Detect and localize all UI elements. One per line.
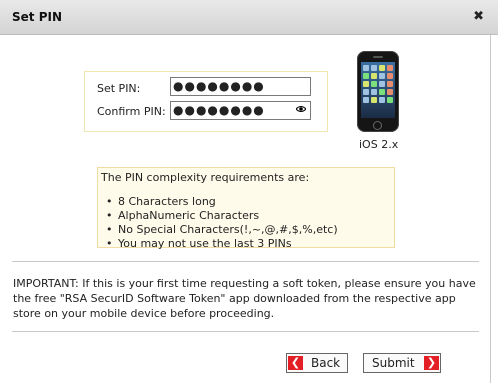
important-notice: IMPORTANT: If this is your first time re… xyxy=(13,277,476,320)
pin-requirements-box: The PIN complexity requirements are: 8 C… xyxy=(97,167,395,251)
submit-button-label: Submit xyxy=(372,356,415,370)
device-type-label: iOS 2.x xyxy=(359,138,399,151)
close-icon[interactable]: ✖ xyxy=(473,9,484,24)
dialog-title: Set PIN xyxy=(12,10,62,24)
requirement-item: You may not use the last 3 PINs xyxy=(101,237,338,251)
set-pin-dialog: Set PIN ✖ Set PIN: ●●●●●●●● Confirm PIN:… xyxy=(0,0,498,383)
set-pin-input[interactable]: ●●●●●●●● xyxy=(170,77,311,96)
submit-arrow-icon: ❯ xyxy=(424,356,439,370)
show-password-icon[interactable] xyxy=(295,103,307,120)
back-arrow-icon: ❮ xyxy=(288,356,303,370)
confirm-pin-input[interactable]: ●●●●●●●● xyxy=(170,101,311,120)
confirm-pin-value: ●●●●●●●● xyxy=(173,103,265,117)
dialog-titlebar: Set PIN ✖ xyxy=(0,0,498,35)
requirement-item: AlphaNumeric Characters xyxy=(101,209,338,223)
requirements-list: 8 Characters long AlphaNumeric Character… xyxy=(101,195,338,251)
pin-entry-box: Set PIN: ●●●●●●●● Confirm PIN: ●●●●●●●● xyxy=(84,71,328,132)
requirement-item: 8 Characters long xyxy=(101,195,338,209)
divider xyxy=(12,261,479,262)
dialog-right-border xyxy=(490,35,491,383)
set-pin-label: Set PIN: xyxy=(97,82,141,95)
iphone-icon xyxy=(357,51,399,132)
requirement-item: No Special Characters(!,~,@,#,$,%,etc) xyxy=(101,223,338,237)
divider xyxy=(12,331,479,332)
back-button-label: Back xyxy=(311,356,341,370)
confirm-pin-label: Confirm PIN: xyxy=(97,105,166,118)
set-pin-value: ●●●●●●●● xyxy=(173,79,265,93)
back-button[interactable]: ❮ Back xyxy=(286,353,348,373)
submit-button[interactable]: Submit ❯ xyxy=(363,353,441,373)
requirements-heading: The PIN complexity requirements are: xyxy=(101,171,310,184)
